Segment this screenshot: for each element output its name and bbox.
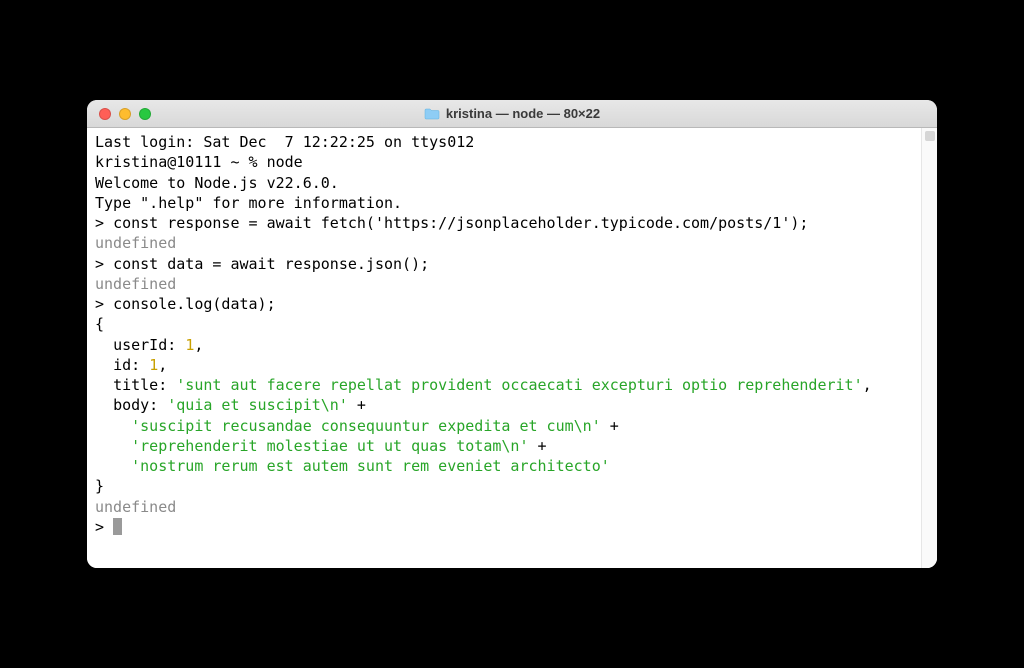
- folder-icon: [424, 108, 440, 120]
- repl-cmd-3: console.log(data);: [113, 295, 276, 313]
- shell-prompt-line: kristina@10111 ~ % node: [95, 153, 303, 171]
- node-help-hint: Type ".help" for more information.: [95, 194, 402, 212]
- repl-prompt: >: [95, 295, 113, 313]
- repl-prompt: >: [95, 518, 113, 536]
- prop-id-val: 1: [149, 356, 158, 374]
- undefined-output: undefined: [95, 275, 176, 293]
- titlebar[interactable]: kristina — node — 80×22: [87, 100, 937, 128]
- prop-title-val: 'sunt aut facere repellat provident occa…: [176, 376, 862, 394]
- cursor: [113, 518, 122, 535]
- object-open: {: [95, 315, 104, 333]
- terminal-window: kristina — node — 80×22 Last login: Sat …: [87, 100, 937, 568]
- traffic-lights: [99, 108, 151, 120]
- prop-userid-val: 1: [185, 336, 194, 354]
- terminal-body[interactable]: Last login: Sat Dec 7 12:22:25 on ttys01…: [87, 128, 937, 568]
- object-close: }: [95, 477, 104, 495]
- prop-body-key: body:: [95, 396, 167, 414]
- repl-cmd-1: const response = await fetch('https://js…: [113, 214, 808, 232]
- window-title: kristina — node — 80×22: [99, 106, 925, 121]
- prop-body-seg2: 'suscipit recusandae consequuntur expedi…: [95, 417, 601, 435]
- undefined-output: undefined: [95, 498, 176, 516]
- repl-prompt: >: [95, 255, 113, 273]
- prop-id-key: id:: [95, 356, 149, 374]
- minimize-button[interactable]: [119, 108, 131, 120]
- repl-cmd-2: const data = await response.json();: [113, 255, 429, 273]
- zoom-button[interactable]: [139, 108, 151, 120]
- prop-body-seg4: 'nostrum rerum est autem sunt rem evenie…: [95, 457, 610, 475]
- window-title-text: kristina — node — 80×22: [446, 106, 600, 121]
- node-welcome: Welcome to Node.js v22.6.0.: [95, 174, 339, 192]
- scrollbar[interactable]: [921, 128, 937, 568]
- prop-title-key: title:: [95, 376, 176, 394]
- close-button[interactable]: [99, 108, 111, 120]
- terminal-output[interactable]: Last login: Sat Dec 7 12:22:25 on ttys01…: [95, 132, 929, 537]
- prop-userid-key: userId:: [95, 336, 185, 354]
- scrollbar-handle[interactable]: [925, 131, 935, 141]
- last-login-line: Last login: Sat Dec 7 12:22:25 on ttys01…: [95, 133, 474, 151]
- prop-body-seg3: 'reprehenderit molestiae ut ut quas tota…: [95, 437, 528, 455]
- undefined-output: undefined: [95, 234, 176, 252]
- repl-prompt: >: [95, 214, 113, 232]
- prop-body-seg1: 'quia et suscipit\n': [167, 396, 348, 414]
